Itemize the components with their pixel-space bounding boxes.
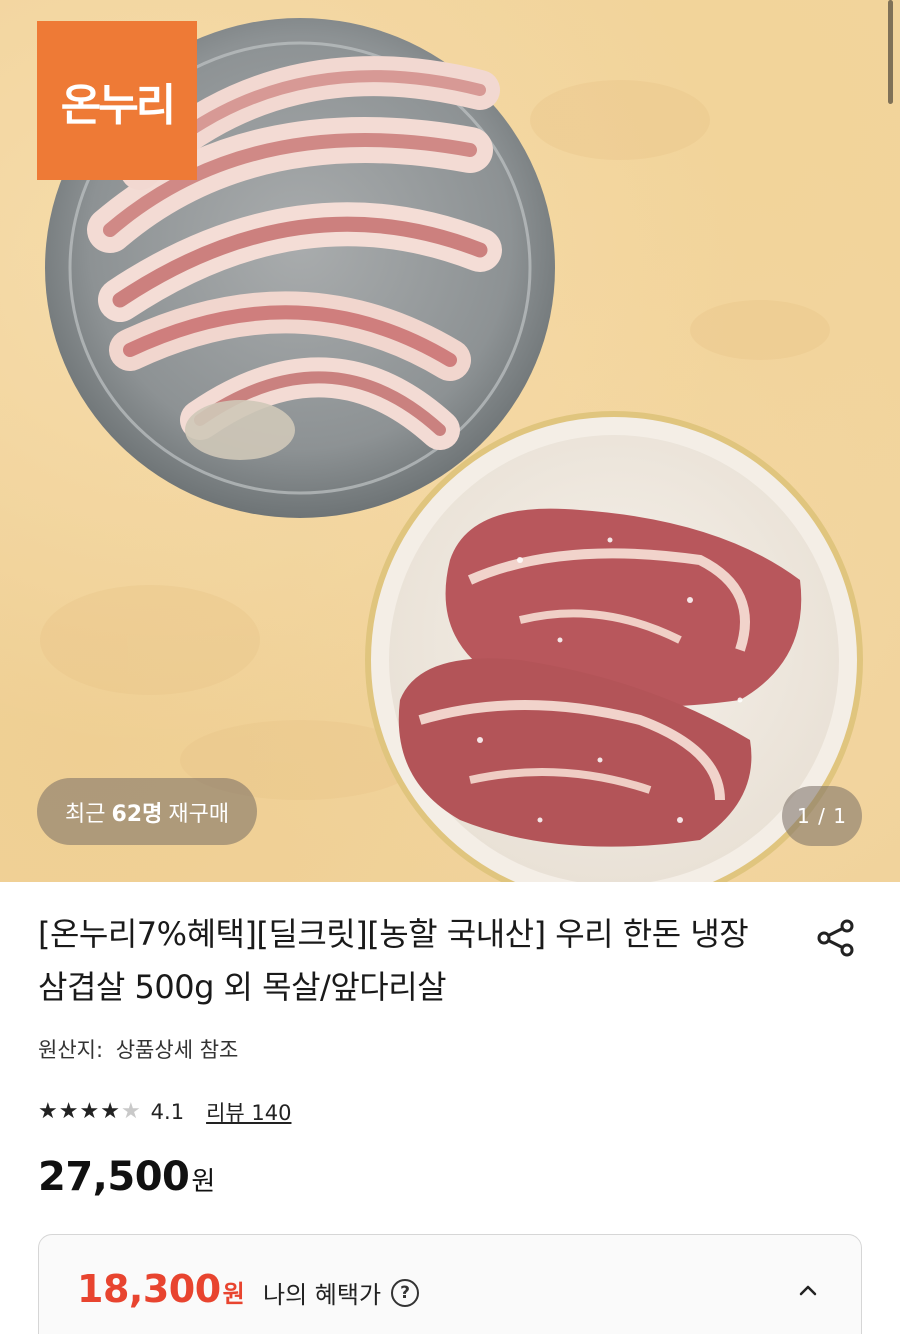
repurchase-prefix: 최근 <box>65 801 106 827</box>
repurchase-count: 62명 <box>111 801 163 827</box>
scrollbar-thumb[interactable] <box>888 0 893 104</box>
star-rating: ★ ★ ★ ★ ★ <box>38 1101 141 1123</box>
origin-label: 원산지: <box>38 1038 104 1062</box>
logo-text: 온누리 <box>60 79 176 131</box>
origin-value: 상품상세 참조 <box>115 1038 239 1062</box>
share-button[interactable] <box>814 916 858 960</box>
benefit-unit: 원 <box>222 1280 245 1308</box>
benefit-price-panel[interactable]: 18,300원 나의 혜택가 ? <box>38 1234 862 1334</box>
benefit-amount: 18,300 <box>77 1267 221 1311</box>
benefit-label: 나의 혜택가 <box>263 1281 382 1309</box>
rating-value: 4.1 <box>150 1100 185 1124</box>
question-circle-icon[interactable]: ? <box>391 1278 420 1307</box>
star-empty-icon: ★ <box>120 1099 141 1124</box>
origin-info: 원산지: 상품상세 참조 <box>38 1034 238 1064</box>
image-page-counter: 1 / 1 <box>782 786 862 846</box>
product-image-carousel[interactable]: 온누리 최근 62명 재구매 1 / 1 <box>0 0 900 882</box>
chevron-up-icon <box>799 1285 817 1296</box>
benefit-price: 18,300원 <box>77 1267 245 1311</box>
repurchase-suffix: 재구매 <box>168 801 230 827</box>
collapse-button[interactable] <box>791 1273 825 1307</box>
rating-row: ★ ★ ★ ★ ★ 4.1 리뷰 140 <box>38 1094 291 1130</box>
star-filled-icon: ★ <box>100 1099 120 1124</box>
star-filled-icon: ★ <box>58 1099 79 1124</box>
repurchase-badge: 최근 62명 재구매 <box>37 778 258 845</box>
star-filled-icon: ★ <box>79 1099 100 1124</box>
price-amount: 27,500 <box>38 1154 190 1200</box>
original-price: 27,500원 <box>38 1154 215 1200</box>
onnuri-logo: 온누리 <box>37 21 197 180</box>
star-filled-icon: ★ <box>38 1099 58 1124</box>
review-count-link[interactable]: 리뷰 140 <box>206 1097 291 1127</box>
product-title: [온누리7%혜택][딜크릿][농할 국내산] 우리 한돈 냉장 삼겹살 500g… <box>38 915 749 1006</box>
price-unit: 원 <box>191 1167 215 1197</box>
share-icon <box>817 919 854 957</box>
benefit-label-group: 나의 혜택가 ? <box>263 1275 420 1310</box>
